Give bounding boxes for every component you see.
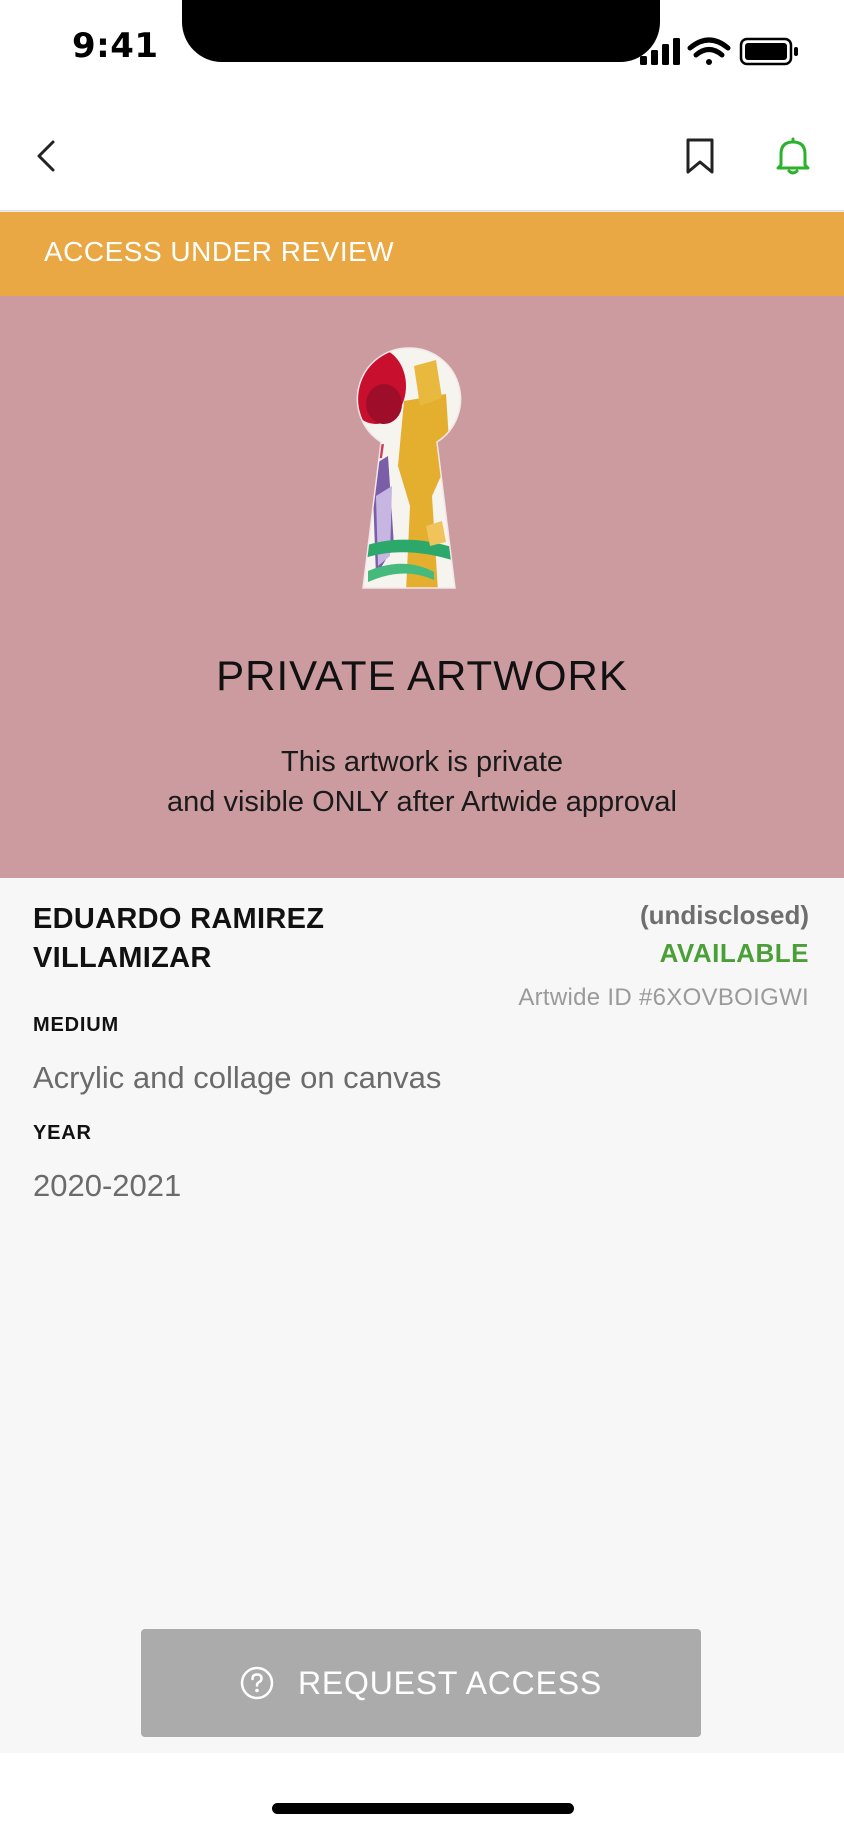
- device-notch: [182, 0, 660, 62]
- bookmark-button[interactable]: [672, 128, 728, 184]
- chevron-left-icon: [37, 140, 55, 172]
- medium-value: Acrylic and collage on canvas: [33, 1060, 442, 1095]
- private-description-line-2: and visible ONLY after Artwide approval: [167, 786, 677, 818]
- bottom-safe-area: [0, 1753, 844, 1827]
- artwide-id: Artwide ID #6XOVBOIGWI: [518, 984, 809, 1011]
- bookmark-icon: [686, 138, 714, 174]
- status-bar: 9:41: [0, 0, 844, 100]
- price: (undisclosed): [639, 900, 809, 930]
- private-description-line-1: This artwork is private: [280, 746, 563, 778]
- keyhole-artwork-icon: [356, 347, 462, 589]
- access-review-banner: ACCESS UNDER REVIEW: [0, 212, 844, 296]
- battery-icon: [739, 37, 798, 66]
- artist-name[interactable]: EDUARDO RAMIREZ VILLAMIZAR: [33, 900, 453, 978]
- request-access-button[interactable]: REQUEST ACCESS: [141, 1629, 701, 1737]
- status-time: 9:41: [72, 26, 159, 66]
- navigation-bar: [0, 100, 844, 210]
- notification-button[interactable]: [765, 128, 821, 184]
- artwork-details: EDUARDO RAMIREZ VILLAMIZAR (undisclosed)…: [0, 878, 844, 1753]
- question-circle-icon: [240, 1666, 274, 1700]
- year-label: YEAR: [33, 1122, 92, 1144]
- availability-status: AVAILABLE: [659, 938, 809, 968]
- private-artwork-title: PRIVATE ARTWORK: [216, 652, 628, 699]
- medium-label: MEDIUM: [33, 1014, 119, 1036]
- home-indicator[interactable]: [272, 1803, 574, 1814]
- back-button[interactable]: [18, 128, 74, 184]
- request-access-label: REQUEST ACCESS: [297, 1664, 603, 1701]
- year-value: 2020-2021: [33, 1168, 182, 1203]
- wifi-icon: [687, 37, 731, 65]
- cellular-signal-icon: [640, 38, 680, 65]
- private-artwork-description: This artwork is private and visible ONLY…: [0, 742, 844, 822]
- private-artwork-panel: PRIVATE ARTWORK This artwork is private …: [0, 296, 844, 878]
- artist-name-line-2: VILLAMIZAR: [33, 942, 212, 974]
- access-review-text: ACCESS UNDER REVIEW: [44, 236, 395, 267]
- status-icons: [640, 36, 810, 68]
- artist-name-line-1: EDUARDO RAMIREZ: [33, 903, 325, 935]
- bell-icon: [776, 137, 810, 175]
